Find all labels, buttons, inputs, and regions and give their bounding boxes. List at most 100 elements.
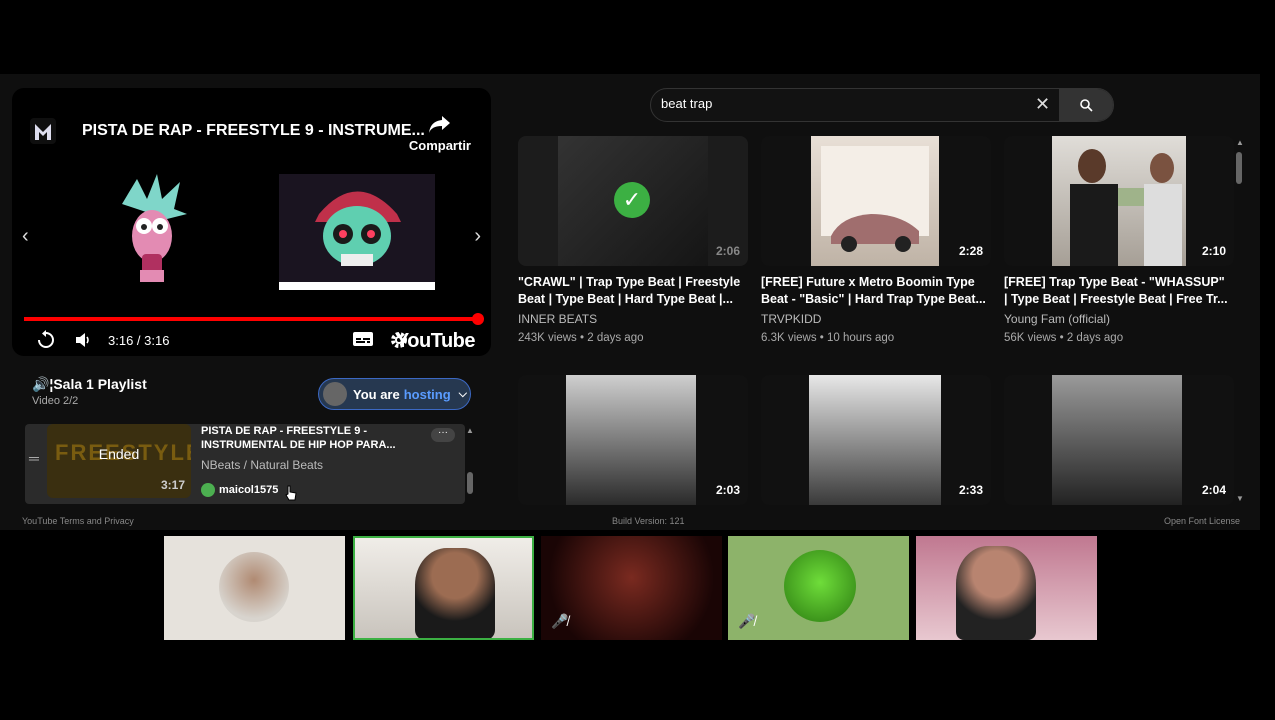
result-card[interactable]: 2:28 [FREE] Future x Metro Boomin Type B… bbox=[761, 136, 991, 344]
result-card[interactable]: 2:04 bbox=[1004, 375, 1234, 505]
people-image bbox=[1070, 149, 1182, 266]
result-thumbnail[interactable]: 2:04 bbox=[1004, 375, 1234, 505]
hosting-dropdown-button[interactable]: You are hosting ⌵ bbox=[318, 378, 471, 410]
result-meta: 56K views • 2 days ago bbox=[1004, 332, 1124, 344]
youtube-logo[interactable]: YouTube bbox=[396, 330, 476, 353]
result-thumbnail[interactable]: 2:10 bbox=[1004, 136, 1234, 266]
watch-party-app: PISTA DE RAP - FREESTYLE 9 - INSTRUME...… bbox=[0, 74, 1260, 530]
result-thumbnail[interactable]: 2:03 bbox=[518, 375, 748, 505]
playlist-title: 🔊¦Sala 1 Playlist bbox=[32, 376, 147, 392]
cartoon-artwork bbox=[122, 174, 187, 282]
build-version: Build Version: 121 bbox=[612, 516, 685, 526]
added-by-username: maicol1575 bbox=[219, 484, 279, 496]
result-channel[interactable]: Young Fam (official) bbox=[1004, 312, 1234, 326]
search-icon bbox=[1080, 99, 1093, 112]
result-meta: 6.3K views • 10 hours ago bbox=[761, 332, 895, 344]
participant-tile[interactable] bbox=[164, 536, 345, 640]
host-highlight: hosting bbox=[403, 386, 451, 402]
result-duration: 2:10 bbox=[1201, 244, 1226, 258]
scroll-up-icon[interactable]: ▲ bbox=[1236, 138, 1244, 147]
result-card[interactable]: 2:03 bbox=[518, 375, 748, 505]
thumbnail-image bbox=[566, 375, 696, 505]
search-input[interactable] bbox=[661, 96, 1031, 111]
replay-icon[interactable] bbox=[36, 330, 56, 350]
captions-icon[interactable] bbox=[352, 330, 374, 348]
drag-handle-icon[interactable]: ═ bbox=[29, 450, 39, 466]
result-duration: 2:28 bbox=[958, 244, 983, 258]
ended-label: Ended bbox=[98, 446, 140, 462]
artwork-caption-strip bbox=[279, 282, 435, 290]
more-options-button[interactable]: ··· bbox=[431, 428, 455, 442]
player-controls: 3:16 / 3:16 YouTube bbox=[12, 330, 491, 354]
result-channel[interactable]: INNER BEATS bbox=[518, 312, 748, 326]
license-link[interactable]: Open Font License bbox=[1164, 516, 1240, 526]
participant-tile[interactable] bbox=[916, 536, 1097, 640]
result-card[interactable]: 2:10 [FREE] Trap Type Beat - "WHASSUP" |… bbox=[1004, 136, 1234, 344]
result-thumbnail[interactable]: 2:28 bbox=[761, 136, 991, 266]
result-title[interactable]: "CRAWL" | Trap Type Beat | Freestyle Bea… bbox=[518, 274, 743, 308]
chevron-down-icon: ⌵ bbox=[458, 387, 467, 400]
share-icon bbox=[428, 116, 450, 133]
muted-mic-icon: 🎤̸ bbox=[551, 613, 569, 629]
clear-icon[interactable]: ✕ bbox=[1035, 94, 1050, 115]
thumbnail-image bbox=[1052, 136, 1186, 266]
search-bar: ✕ bbox=[650, 88, 1114, 122]
skull-artwork bbox=[279, 174, 435, 290]
thumbnail-image bbox=[1052, 375, 1182, 505]
playlist-item[interactable]: ═ FREESTYLE Ended 3:17 PISTA DE RAP - FR… bbox=[25, 424, 465, 504]
result-duration: 2:04 bbox=[1201, 483, 1226, 497]
video-title[interactable]: PISTA DE RAP - FREESTYLE 9 - INSTRUME... bbox=[82, 122, 425, 140]
host-avatar bbox=[323, 382, 347, 406]
result-card[interactable]: 2:33 bbox=[761, 375, 991, 505]
previous-arrow-icon[interactable]: ‹ bbox=[22, 225, 29, 248]
search-button[interactable] bbox=[1059, 89, 1113, 121]
playlist-scrollbar[interactable] bbox=[467, 472, 473, 494]
result-title[interactable]: [FREE] Future x Metro Boomin Type Beat -… bbox=[761, 274, 986, 308]
result-duration: 2:06 bbox=[715, 244, 740, 258]
time-display: 3:16 / 3:16 bbox=[108, 333, 170, 348]
playlist-position: Video 2/2 bbox=[32, 395, 79, 407]
playlist-item-title: PISTA DE RAP - FREESTYLE 9 - INSTRUMENTA… bbox=[201, 425, 396, 451]
playlist-item-info: PISTA DE RAP - FREESTYLE 9 - INSTRUMENTA… bbox=[201, 424, 411, 502]
result-title[interactable]: [FREE] Trap Type Beat - "WHASSUP" | Type… bbox=[1004, 274, 1229, 308]
added-by: maicol1575 bbox=[201, 478, 411, 502]
share-label: Compartir bbox=[408, 138, 471, 153]
playlist-header: 🔊¦Sala 1 Playlist Video 2/2 bbox=[32, 376, 147, 407]
result-duration: 2:03 bbox=[715, 483, 740, 497]
playlist-item-duration: 3:17 bbox=[160, 478, 185, 492]
thumbnail-image bbox=[809, 375, 941, 505]
thumbnail-image bbox=[811, 136, 939, 266]
channel-logo-icon[interactable] bbox=[30, 118, 56, 144]
terms-link[interactable]: YouTube Terms and Privacy bbox=[22, 516, 134, 526]
participant-video bbox=[415, 548, 495, 638]
playlist-item-channel: NBeats / Natural Beats bbox=[201, 458, 324, 472]
user-avatar bbox=[201, 483, 215, 497]
participant-video bbox=[956, 546, 1036, 640]
result-meta: 243K views • 2 days ago bbox=[518, 332, 644, 344]
result-thumbnail[interactable]: 2:33 bbox=[761, 375, 991, 505]
progress-bar[interactable] bbox=[24, 313, 484, 325]
progress-scrubber[interactable] bbox=[472, 313, 484, 325]
result-card[interactable]: ✓ 2:06 "CRAWL" | Trap Type Beat | Freest… bbox=[518, 136, 748, 344]
muted-mic-icon: 🎤̸ bbox=[738, 613, 756, 629]
result-channel[interactable]: TRVPKIDD bbox=[761, 312, 991, 326]
results-scrollbar[interactable] bbox=[1236, 152, 1242, 184]
mouse-cursor-icon bbox=[285, 485, 297, 501]
participant-avatar bbox=[219, 552, 289, 622]
scroll-down-icon[interactable]: ▼ bbox=[1236, 494, 1244, 503]
participant-avatar bbox=[784, 550, 856, 622]
volume-icon[interactable] bbox=[74, 330, 94, 350]
participant-tile-active[interactable] bbox=[353, 536, 534, 640]
car-image bbox=[821, 146, 929, 252]
participant-tile[interactable]: 🎤̸ bbox=[541, 536, 722, 640]
next-arrow-icon[interactable]: › bbox=[474, 225, 481, 248]
share-button[interactable]: Compartir bbox=[409, 114, 471, 153]
host-prefix: You are bbox=[353, 386, 400, 402]
progress-fill bbox=[24, 313, 484, 325]
watched-check-icon: ✓ bbox=[614, 182, 650, 218]
video-player[interactable]: PISTA DE RAP - FREESTYLE 9 - INSTRUME...… bbox=[12, 88, 491, 356]
result-thumbnail[interactable]: ✓ 2:06 bbox=[518, 136, 748, 266]
scroll-up-icon[interactable]: ▲ bbox=[466, 426, 474, 435]
playlist-item-thumbnail[interactable]: FREESTYLE Ended 3:17 bbox=[47, 424, 191, 498]
participant-tile[interactable]: 🎤̸ bbox=[728, 536, 909, 640]
